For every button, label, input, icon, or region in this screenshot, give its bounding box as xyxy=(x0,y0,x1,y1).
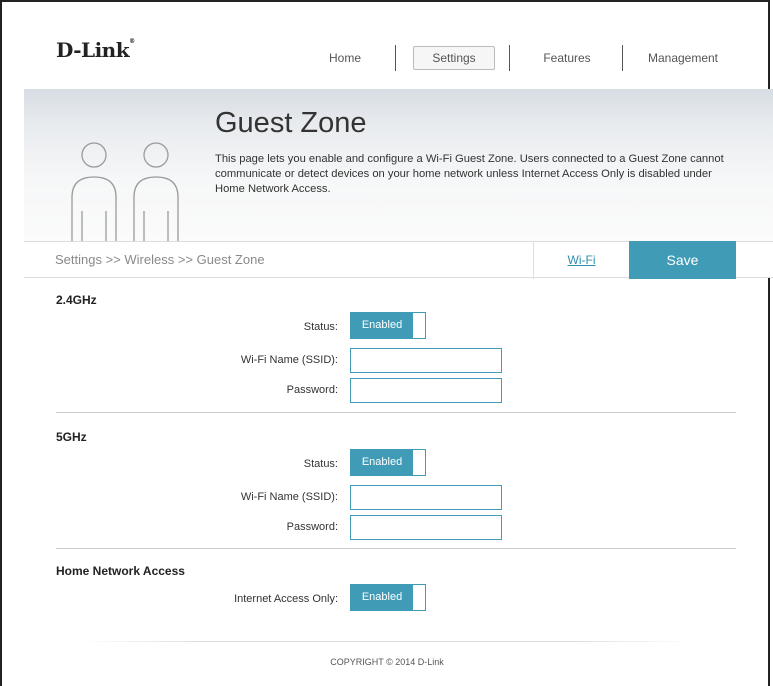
section-divider xyxy=(56,548,736,549)
page-frame: D-Link® Home Settings Features Managemen… xyxy=(0,0,773,686)
ssid-input-5ghz[interactable] xyxy=(350,485,502,510)
status-label-24ghz: Status: xyxy=(303,321,338,333)
password-input-24ghz[interactable] xyxy=(350,378,502,403)
wifi-link[interactable]: Wi-Fi xyxy=(533,242,629,279)
page-description: This page lets you enable and configure … xyxy=(215,153,724,195)
nav-separator xyxy=(622,45,623,71)
section-title-home-network: Home Network Access xyxy=(56,564,185,578)
status-toggle-5ghz[interactable]: Enabled xyxy=(350,449,426,476)
nav-home[interactable]: Home xyxy=(320,44,370,72)
status-toggle-5ghz-value: Enabled xyxy=(351,450,413,475)
ssid-input-24ghz[interactable] xyxy=(350,348,502,373)
nav-settings[interactable]: Settings xyxy=(413,46,495,70)
copyright-text: COPYRIGHT © 2014 D-Link xyxy=(330,657,444,667)
nav-separator xyxy=(395,45,396,71)
nav-management[interactable]: Management xyxy=(645,44,721,72)
breadcrumb-bar: Settings >> Wireless >> Guest Zone Wi-Fi… xyxy=(24,241,773,279)
nav-separator xyxy=(509,45,510,71)
status-toggle-24ghz[interactable]: Enabled xyxy=(350,312,426,339)
status-toggle-24ghz-value: Enabled xyxy=(351,313,413,338)
breadcrumb: Settings >> Wireless >> Guest Zone xyxy=(55,252,265,267)
section-title-24ghz: 2.4GHz xyxy=(56,293,97,307)
section-title-5ghz: 5GHz xyxy=(56,430,87,444)
status-label-5ghz: Status: xyxy=(303,458,338,470)
footer-divider xyxy=(82,641,692,642)
page-banner: Guest Zone This page lets you enable and… xyxy=(24,89,773,241)
password-label-5ghz: Password: xyxy=(286,521,338,533)
internet-only-label: Internet Access Only: xyxy=(234,593,338,605)
nav-features[interactable]: Features xyxy=(537,44,597,72)
password-label-24ghz: Password: xyxy=(286,384,338,396)
save-button[interactable]: Save xyxy=(629,241,736,279)
ssid-label-5ghz: Wi-Fi Name (SSID): xyxy=(240,491,338,503)
users-icon xyxy=(71,142,179,241)
internet-only-toggle-value: Enabled xyxy=(351,585,413,610)
ssid-label-24ghz: Wi-Fi Name (SSID): xyxy=(240,354,338,366)
section-divider xyxy=(56,412,736,413)
internet-only-toggle[interactable]: Enabled xyxy=(350,584,426,611)
password-input-5ghz[interactable] xyxy=(350,515,502,540)
page-title: Guest Zone xyxy=(215,107,367,139)
top-nav: Home Settings Features Management xyxy=(2,44,772,74)
